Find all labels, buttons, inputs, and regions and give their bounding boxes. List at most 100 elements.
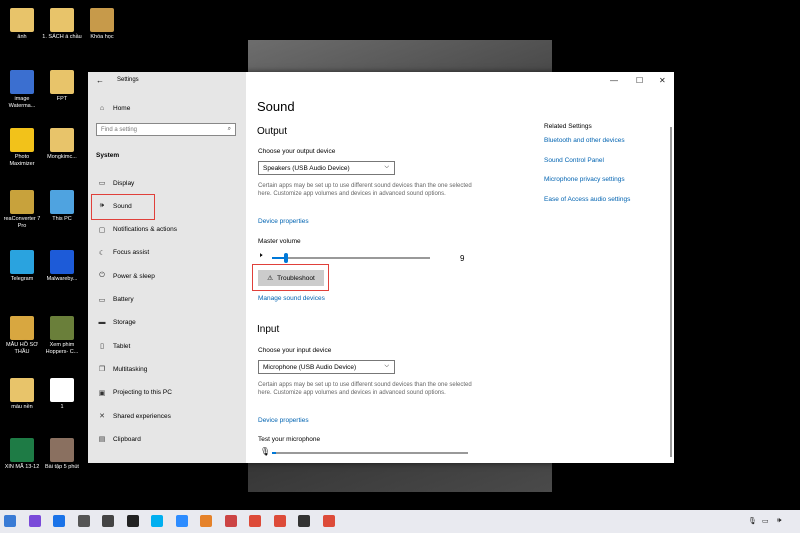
checklist-app-icon[interactable] bbox=[102, 515, 114, 527]
desktop-icon[interactable]: This PC bbox=[42, 190, 82, 223]
input-device-label: Choose your input device bbox=[258, 347, 332, 354]
office-app-icon[interactable] bbox=[200, 515, 212, 527]
desktop-icon[interactable]: Khóa học bbox=[82, 8, 122, 41]
desktop-icon[interactable]: màu nền bbox=[2, 378, 42, 411]
close-button[interactable]: ✕ bbox=[659, 76, 666, 85]
desktop-icon[interactable]: Malwareby... bbox=[42, 250, 82, 283]
output-device-dropdown[interactable]: Speakers (USB Audio Device) ⌵ bbox=[258, 161, 395, 175]
sidebar-item-storage[interactable]: ▬ Storage bbox=[94, 315, 234, 331]
test-microphone-label: Test your microphone bbox=[258, 436, 321, 443]
search-placeholder: Find a setting bbox=[101, 127, 138, 133]
desktop-icon-image bbox=[10, 128, 34, 152]
pen-app-icon[interactable] bbox=[28, 515, 41, 527]
chrome-app-3-icon[interactable] bbox=[322, 515, 335, 527]
desktop-icon[interactable]: Photo Maximizer bbox=[2, 128, 42, 167]
input-heading: Input bbox=[257, 324, 280, 335]
input-device-value: Microphone (USB Audio Device) bbox=[263, 364, 357, 371]
volume-track[interactable] bbox=[272, 257, 430, 259]
volume-tray-icon[interactable]: 🕪 bbox=[777, 517, 781, 525]
related-link[interactable]: Bluetooth and other devices bbox=[544, 137, 625, 144]
desktop-icon[interactable]: Telegram bbox=[2, 250, 42, 283]
skype-app-icon[interactable] bbox=[151, 515, 163, 527]
desktop-icon-label: Mongkimc... bbox=[47, 154, 77, 160]
sidebar-item-notifications-actions[interactable]: ▢ Notifications & actions bbox=[94, 222, 234, 238]
desktop-icon-label: 1. SÁCH á chầu bbox=[42, 34, 82, 40]
desktop-icon-image bbox=[10, 378, 34, 402]
output-device-label: Choose your output device bbox=[258, 148, 336, 155]
related-link[interactable]: Ease of Access audio settings bbox=[544, 196, 630, 203]
related-link[interactable]: Microphone privacy settings bbox=[544, 176, 625, 183]
sidebar-item-power-sleep[interactable]: ⏻ Power & sleep bbox=[94, 268, 234, 284]
desktop-icon-image bbox=[50, 438, 74, 462]
desktop-icon[interactable]: Xem phim Hoppers- C... bbox=[42, 316, 82, 355]
settings-sidebar: ← Settings ⌂ Home Find a setting ⌕ Syste… bbox=[88, 72, 246, 463]
microphone-level-fill bbox=[272, 452, 276, 454]
sidebar-item-label: Focus assist bbox=[113, 249, 150, 257]
output-heading: Output bbox=[257, 126, 288, 137]
shared-icon: ✕ bbox=[99, 413, 105, 420]
desktop-icon[interactable]: ảnh bbox=[2, 8, 42, 41]
microphone-level-bar bbox=[272, 452, 468, 454]
sound-highlight-box bbox=[91, 194, 155, 220]
sidebar-item-home[interactable]: ⌂ Home bbox=[94, 100, 234, 116]
zoom-app-icon[interactable] bbox=[175, 515, 188, 527]
search-input[interactable]: Find a setting ⌕ bbox=[96, 123, 236, 136]
desktop-icon[interactable]: reaConverter 7 Pro bbox=[2, 190, 42, 229]
recorder-app-icon[interactable] bbox=[224, 515, 237, 527]
desktop-icon-label: XIN MÃ 13-12 bbox=[4, 464, 40, 470]
desktop-icon-image bbox=[50, 128, 74, 152]
desktop-icon[interactable]: MẪU HỒ SƠ THẦU bbox=[2, 316, 42, 355]
desktop-icon-label: Photo Maximizer bbox=[9, 154, 35, 167]
sidebar-item-projecting-to-this-pc[interactable]: ▣ Projecting to this PC bbox=[94, 385, 234, 401]
chrome-app-2-icon[interactable] bbox=[273, 515, 286, 527]
speaker-icon[interactable]: 🕨 bbox=[258, 252, 262, 260]
volume-slider-thumb[interactable] bbox=[284, 253, 289, 263]
desktop-icon-label: Khóa học bbox=[90, 34, 114, 40]
microphone-tray-icon[interactable]: 🎙 bbox=[748, 517, 757, 525]
master-volume-label: Master volume bbox=[258, 238, 301, 245]
maximize-button[interactable]: ☐ bbox=[636, 76, 643, 85]
chrome-app-icon[interactable] bbox=[249, 515, 261, 527]
desktop-icon-image bbox=[10, 70, 34, 94]
sidebar-item-clipboard[interactable]: ▤ Clipboard bbox=[94, 431, 234, 447]
settings-window: ← Settings ⌂ Home Find a setting ⌕ Syste… bbox=[88, 72, 674, 463]
remote-app-icon[interactable] bbox=[4, 515, 16, 527]
sidebar-item-label: Battery bbox=[113, 296, 134, 303]
search-icon: ⌕ bbox=[227, 126, 231, 132]
minimize-button[interactable]: — bbox=[610, 76, 618, 85]
desktop-icon[interactable]: Bài tập 5 phút bbox=[42, 438, 82, 471]
sidebar-item-shared-experiences[interactable]: ✕ Shared experiences bbox=[94, 408, 234, 424]
manage-sound-devices-link[interactable]: Manage sound devices bbox=[258, 295, 325, 302]
chevron-down-icon: ⌵ bbox=[384, 164, 389, 170]
sidebar-item-focus-assist[interactable]: ☾ Focus assist bbox=[94, 245, 234, 261]
sidebar-item-multitasking[interactable]: ❐ Multitasking bbox=[94, 361, 234, 377]
desktop-icon-image bbox=[50, 378, 74, 402]
input-device-properties-link[interactable]: Device properties bbox=[258, 417, 309, 424]
zalo-app-icon[interactable] bbox=[53, 515, 65, 527]
desktop-icon[interactable]: XIN MÃ 13-12 bbox=[2, 438, 42, 471]
desktop-icon-image bbox=[10, 250, 34, 274]
volume-value: 9 bbox=[460, 254, 465, 263]
capcut-app-icon[interactable] bbox=[126, 515, 139, 527]
sidebar-item-display[interactable]: ▭ Display bbox=[94, 175, 234, 191]
sidebar-item-label: Shared experiences bbox=[113, 412, 171, 420]
scrollbar[interactable] bbox=[670, 127, 672, 457]
desktop-icon[interactable]: Mongkimc... bbox=[42, 128, 82, 161]
screen-tray-icon[interactable]: ▭ bbox=[762, 517, 769, 525]
related-link[interactable]: Sound Control Panel bbox=[544, 157, 604, 164]
desktop-icon[interactable]: 1 bbox=[42, 378, 82, 411]
desktop-icon-label: reaConverter 7 Pro bbox=[3, 216, 41, 229]
photos-app-icon[interactable] bbox=[77, 515, 90, 527]
storage-icon: ▬ bbox=[98, 319, 106, 327]
sidebar-item-tablet[interactable]: ▯ Tablet bbox=[94, 338, 234, 354]
input-device-dropdown[interactable]: Microphone (USB Audio Device) ⌵ bbox=[258, 360, 395, 374]
back-arrow-icon[interactable]: ← bbox=[96, 76, 104, 85]
settings-app-icon[interactable] bbox=[298, 515, 310, 527]
sidebar-item-battery[interactable]: ▭ Battery bbox=[94, 292, 234, 308]
desktop-icon[interactable]: image Waterma... bbox=[2, 70, 42, 109]
app-title: Settings bbox=[117, 77, 139, 83]
output-device-properties-link[interactable]: Device properties bbox=[258, 218, 309, 225]
desktop-icon-label: màu nền bbox=[11, 404, 33, 410]
desktop-icon[interactable]: FPT bbox=[42, 70, 82, 103]
desktop-icon[interactable]: 1. SÁCH á chầu bbox=[42, 8, 82, 41]
